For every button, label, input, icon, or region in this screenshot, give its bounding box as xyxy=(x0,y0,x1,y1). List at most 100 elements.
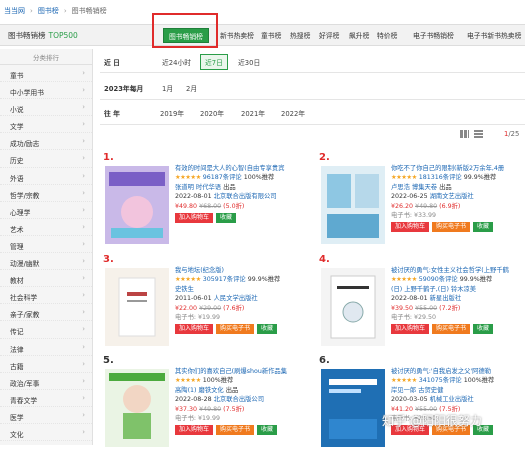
book-title[interactable]: 有效的时间是大人的心智(自由专享贵宾 xyxy=(175,164,308,173)
filter-month-1[interactable]: 1月 xyxy=(162,83,173,93)
tab-rising[interactable]: 飙升榜 xyxy=(349,30,369,40)
sidebar-item[interactable]: 历史 › xyxy=(0,150,92,168)
chevron-right-icon: › xyxy=(82,325,85,334)
chevron-right-icon: › xyxy=(82,120,85,129)
book-title[interactable]: 被讨厌的勇气:'自我启发之父'阿德勒 xyxy=(391,367,524,376)
sidebar-item[interactable]: 管理 › xyxy=(0,236,92,254)
tab-ebook-new[interactable]: 电子书新书热卖榜 xyxy=(467,30,521,40)
book-cover[interactable] xyxy=(105,369,169,447)
add-to-cart-button[interactable]: 加入购物车 xyxy=(391,324,430,335)
breadcrumb: 当当网 › 图书榜 › 图书畅销榜 xyxy=(4,7,107,15)
buy-ebook-button[interactable]: 购买电子书 xyxy=(432,222,471,233)
sidebar-item[interactable]: 文学 › xyxy=(0,116,92,134)
book-cover-art xyxy=(105,268,169,346)
book-cover[interactable] xyxy=(321,369,385,447)
buy-ebook-button[interactable]: 购买电子书 xyxy=(216,324,255,335)
book-title[interactable]: 我与地坛(纪念版) xyxy=(175,266,308,275)
sidebar-item[interactable]: 教材 › xyxy=(0,270,92,288)
chevron-right-icon: › xyxy=(82,342,85,351)
book-cover[interactable] xyxy=(321,166,385,244)
tab-children[interactable]: 童书榜 xyxy=(261,30,281,40)
filter-year-2019[interactable]: 2019年 xyxy=(160,108,184,118)
rank-nav-bar: 图书畅销榜 TOP500 图书畅销榜 新书热卖榜 童书榜 热搜榜 好评榜 飙升榜 … xyxy=(0,24,525,46)
favorite-button[interactable]: 收藏 xyxy=(473,324,494,335)
grid-view-icon[interactable] xyxy=(460,130,469,138)
rating-stars-icon: ★★★★★ xyxy=(391,174,417,182)
buy-ebook-button[interactable]: 购买电子书 xyxy=(432,324,471,335)
breadcrumb-section[interactable]: 图书榜 xyxy=(38,7,59,15)
chevron-right-icon: › xyxy=(82,86,85,95)
chevron-right-icon: › xyxy=(82,205,85,214)
add-to-cart-button[interactable]: 加入购物车 xyxy=(175,324,214,335)
sidebar-item[interactable]: 哲学/宗教 › xyxy=(0,185,92,202)
book-title[interactable]: 其实你们的喜欢自己(刷爆shou新作品集 xyxy=(175,367,308,376)
chevron-right-icon: › xyxy=(82,308,85,317)
book-cover[interactable] xyxy=(321,268,385,346)
filter-month-2[interactable]: 2月 xyxy=(186,83,197,93)
book-title[interactable]: 你吃不了你自己的限制(新版2万余年,4册 xyxy=(391,164,524,173)
rating-stars-icon: ★★★★★ xyxy=(175,174,201,182)
pager: 1/25 xyxy=(504,130,520,138)
category-sidebar: 分类排行 童书 › 中小学用书 › 小说 › 文学 › 成功/励志 › 历史 › 外语 › 哲… xyxy=(0,49,93,445)
chevron-right-icon: › xyxy=(82,222,85,231)
favorite-button[interactable]: 收藏 xyxy=(216,213,237,224)
add-to-cart-button[interactable]: 加入购物车 xyxy=(175,213,214,224)
favorite-button[interactable]: 收藏 xyxy=(473,222,494,233)
chevron-right-icon: › xyxy=(82,171,85,180)
book-cover[interactable] xyxy=(105,166,169,244)
book-cover[interactable] xyxy=(105,268,169,346)
sidebar-item[interactable]: 文化 › xyxy=(0,424,92,442)
filter-24h[interactable]: 近24小时 xyxy=(162,57,191,67)
nav-brand-top: TOP500 xyxy=(48,31,78,40)
tab-new-hot[interactable]: 新书热卖榜 xyxy=(220,30,254,40)
sidebar-item[interactable]: 小说 › xyxy=(0,99,92,117)
sidebar-item[interactable]: 外语 › xyxy=(0,168,92,185)
rank-number: 2. xyxy=(319,152,330,163)
tab-ebook-best[interactable]: 电子书畅销榜 xyxy=(413,30,454,40)
breadcrumb-home[interactable]: 当当网 xyxy=(4,7,25,15)
filter-year-2022[interactable]: 2022年 xyxy=(281,108,305,118)
book-cover-art xyxy=(321,166,385,244)
tab-sale[interactable]: 特价榜 xyxy=(377,30,397,40)
chevron-right-icon: › xyxy=(82,291,85,300)
sidebar-item[interactable]: 政治/军事 › xyxy=(0,373,92,390)
sidebar-item[interactable]: 社会科学 › xyxy=(0,287,92,305)
add-to-cart-button[interactable]: 加入购物车 xyxy=(175,425,214,436)
book-cover-art xyxy=(321,369,385,447)
book-title[interactable]: 被讨厌的勇气:女性主义社会哲学(上野千鹤 xyxy=(391,266,524,275)
rank-number: 1. xyxy=(103,152,114,163)
list-view-icon[interactable] xyxy=(474,130,483,138)
sidebar-item[interactable]: 传记 › xyxy=(0,321,92,339)
chevron-right-icon: › xyxy=(82,137,85,146)
sidebar-item[interactable]: 中小学用书 › xyxy=(0,82,92,100)
sidebar-item[interactable]: 成功/励志 › xyxy=(0,133,92,151)
rating-stars-icon: ★★★★★ xyxy=(391,276,417,284)
chevron-right-icon: › xyxy=(82,274,85,283)
sidebar-item[interactable]: 法律 › xyxy=(0,339,92,356)
chevron-right-icon: › xyxy=(82,376,85,385)
sidebar-item[interactable]: 童书 › xyxy=(0,65,92,83)
filter-year-2021[interactable]: 2021年 xyxy=(241,108,265,118)
sidebar-item[interactable]: 青春文学 › xyxy=(0,390,92,407)
add-to-cart-button[interactable]: 加入购物车 xyxy=(391,222,430,233)
buy-ebook-button[interactable]: 购买电子书 xyxy=(216,425,255,436)
filter-year-2020[interactable]: 2020年 xyxy=(200,108,224,118)
favorite-button[interactable]: 收藏 xyxy=(257,324,278,335)
filter-30d[interactable]: 近30日 xyxy=(238,57,260,67)
sidebar-item[interactable]: 古籍 › xyxy=(0,356,92,373)
breadcrumb-current: 图书畅销榜 xyxy=(71,7,107,15)
rating-stars-icon: ★★★★★ xyxy=(391,377,417,385)
rank-number: 4. xyxy=(319,254,330,265)
watermark: 知乎 @阳阳很努力 xyxy=(382,414,482,428)
chevron-right-icon: › xyxy=(82,188,85,197)
tab-hot-search[interactable]: 热搜榜 xyxy=(290,30,310,40)
favorite-button[interactable]: 收藏 xyxy=(257,425,278,436)
book-cover-art xyxy=(105,369,169,447)
sidebar-item[interactable]: 艺术 › xyxy=(0,219,92,236)
sidebar-item[interactable]: 亲子/家教 › xyxy=(0,304,92,322)
filter-7d[interactable]: 近7日 xyxy=(200,54,228,70)
sidebar-item[interactable]: 心理学 › xyxy=(0,202,92,219)
sidebar-item[interactable]: 动漫/幽默 › xyxy=(0,253,92,271)
sidebar-item[interactable]: 医学 › xyxy=(0,407,92,424)
tab-top-rated[interactable]: 好评榜 xyxy=(319,30,339,40)
